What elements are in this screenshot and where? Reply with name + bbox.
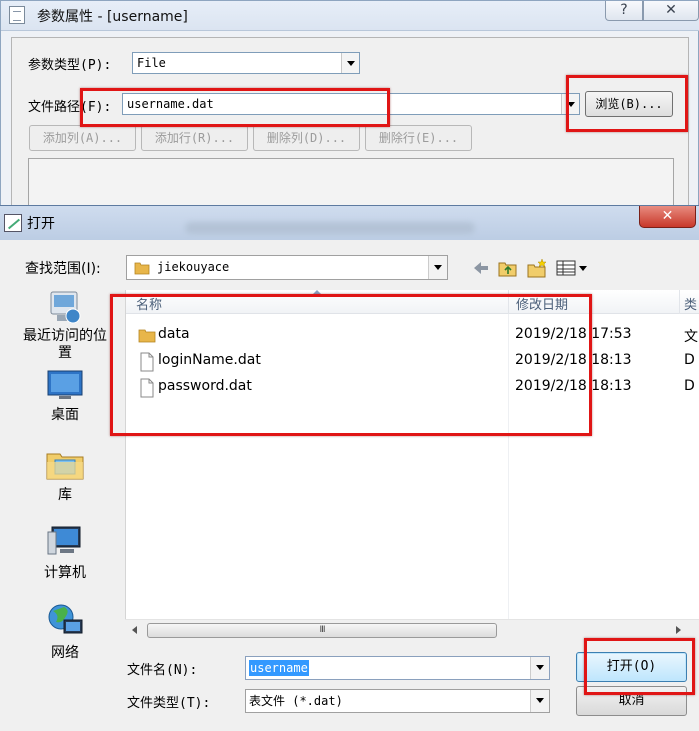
filename-value[interactable]: username: [249, 660, 309, 676]
help-button[interactable]: ?: [605, 1, 643, 21]
place-computer[interactable]: 计算机: [12, 524, 118, 582]
filename-input[interactable]: username: [245, 656, 550, 680]
back-arrow-icon[interactable]: [470, 257, 492, 279]
look-in-select[interactable]: jiekouyace: [126, 255, 448, 280]
place-network[interactable]: 网络: [12, 602, 118, 662]
blurred-caption: [185, 222, 475, 234]
param-type-label: 参数类型(P):: [28, 58, 112, 73]
param-dialog-title: 参数属性 - [username]: [37, 9, 188, 25]
param-type-value: File: [137, 56, 166, 70]
places-bar: 最近访问的位置 桌面 库 计算机 网络: [12, 284, 122, 661]
chevron-down-icon[interactable]: [428, 256, 447, 279]
annotation-box-file-list: [110, 294, 592, 436]
document-icon: [9, 6, 25, 24]
place-label: 最近访问的位置: [23, 328, 107, 361]
annotation-box-file-path: [80, 88, 390, 127]
library-icon: [46, 453, 84, 480]
filetype-value: 表文件 (*.dat): [249, 694, 343, 708]
chevron-down-icon[interactable]: [341, 53, 359, 73]
look-in-value: jiekouyace: [157, 260, 230, 274]
add-row-button[interactable]: 添加行(R)...: [141, 125, 248, 151]
place-label: 桌面: [51, 407, 79, 423]
computer-icon: [47, 526, 81, 555]
column-type[interactable]: 类: [684, 294, 697, 313]
place-recent[interactable]: 最近访问的位置: [12, 288, 118, 362]
scroll-thumb[interactable]: III: [147, 623, 497, 638]
look-in-label: 查找范围(I):: [25, 261, 101, 277]
place-label: 计算机: [44, 565, 86, 581]
place-desktop[interactable]: 桌面: [12, 368, 118, 424]
open-dialog-title: 打开: [27, 216, 55, 232]
annotation-box-open: [584, 638, 695, 695]
filetype-select[interactable]: 表文件 (*.dat): [245, 689, 550, 713]
place-label: 库: [58, 487, 72, 503]
open-dialog-titlebar: 打开: [0, 206, 699, 240]
network-icon: [48, 604, 83, 634]
new-folder-icon[interactable]: [526, 257, 548, 279]
delete-column-button[interactable]: 删除列(D)...: [253, 125, 360, 151]
param-type-select[interactable]: File: [132, 52, 360, 74]
place-label: 网络: [51, 645, 79, 661]
open-dialog-icon: [4, 214, 22, 232]
place-libraries[interactable]: 库: [12, 446, 118, 504]
file-type: D: [684, 378, 695, 394]
file-type: D: [684, 352, 695, 368]
column-separator[interactable]: [679, 290, 680, 314]
filename-label: 文件名(N):: [127, 663, 198, 678]
annotation-box-browse: [566, 75, 688, 132]
chevron-down-icon[interactable]: [530, 657, 549, 679]
scroll-left-icon[interactable]: [132, 626, 137, 634]
chevron-down-icon[interactable]: [530, 690, 549, 712]
recent-places-icon: [50, 291, 81, 324]
close-icon[interactable]: ✕: [639, 206, 696, 228]
filetype-label: 文件类型(T):: [127, 696, 211, 711]
desktop-icon: [47, 370, 83, 399]
delete-row-button[interactable]: 删除行(E)...: [365, 125, 472, 151]
add-column-button[interactable]: 添加列(A)...: [29, 125, 136, 151]
close-icon[interactable]: ✕: [643, 1, 699, 21]
folder-icon: [134, 262, 150, 275]
view-menu-icon[interactable]: [554, 257, 592, 279]
scroll-right-icon[interactable]: [676, 626, 681, 634]
up-folder-icon[interactable]: [497, 257, 519, 279]
param-dialog-titlebar: 参数属性 - [username]: [1, 1, 699, 31]
file-type: 文: [684, 329, 698, 345]
